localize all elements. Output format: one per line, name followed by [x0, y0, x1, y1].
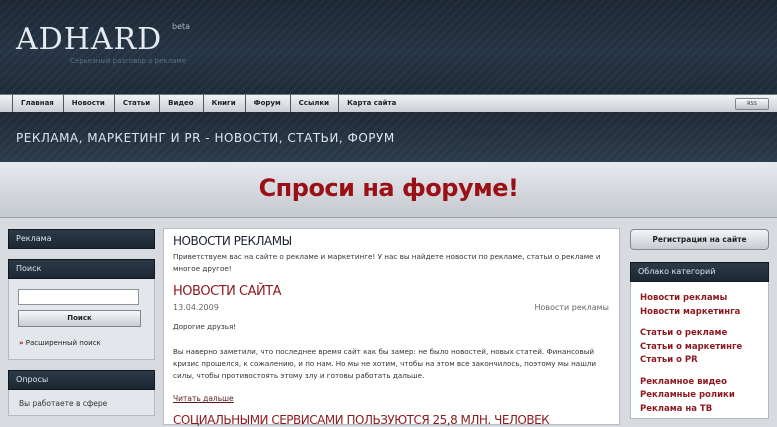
register-button[interactable]: Регистрация на сайте — [630, 229, 769, 250]
category-link[interactable]: Статьи о маркетинге — [640, 341, 768, 355]
arrow-icon: » — [19, 339, 24, 347]
nav-item-links[interactable]: Ссылки — [289, 95, 338, 112]
site-logo[interactable]: ADHARD — [16, 22, 162, 57]
news-category[interactable]: Новости рекламы — [534, 303, 609, 312]
nav-item-books[interactable]: Книги — [202, 95, 245, 112]
ads-box-title: Реклама — [8, 229, 155, 249]
news-greeting: Дорогие друзья! — [173, 322, 237, 331]
nav-item-home[interactable]: Главная — [12, 95, 63, 112]
site-header: ADHARD beta Серьезный разговор о рекламе — [0, 0, 777, 94]
right-sidebar: Регистрация на сайте Облако категорий Но… — [630, 229, 769, 419]
search-box-title: Поиск — [8, 259, 155, 279]
forum-banner[interactable]: Спроси на форуме! — [0, 162, 777, 218]
category-link[interactable]: Новости маркетинга — [640, 306, 768, 320]
polls-box: Вы работаете в сфере — [8, 390, 155, 416]
nav-item-forum[interactable]: Форум — [244, 95, 290, 112]
advanced-search-label[interactable]: Расширенный поиск — [26, 339, 101, 347]
category-link[interactable]: Статьи о PR — [640, 354, 768, 368]
search-box: Поиск » Расширенный поиск — [8, 279, 155, 360]
intro-text: Приветствуем вас на сайте о рекламе и ма… — [173, 252, 601, 273]
poll-question: Вы работаете в сфере — [19, 399, 108, 408]
site-tagline: Серьезный разговор о рекламе — [70, 57, 186, 65]
category-cloud: Облако категорий Новости рекламы Новости… — [630, 262, 769, 419]
category-link[interactable]: Новости рекламы — [640, 292, 768, 306]
news-title[interactable]: СОЦИАЛЬНЫМИ СЕРВИСАМИ ПОЛЬЗУЮТСЯ 25,8 МЛ… — [173, 413, 550, 427]
nav-item-news[interactable]: Новости — [62, 95, 114, 112]
news-date: 13.04.2009 — [173, 303, 219, 312]
news-body: Вы наверно заметили, что последнее время… — [173, 347, 597, 380]
news-title[interactable]: НОВОСТИ САЙТА — [173, 284, 282, 299]
section-heading: НОВОСТИ РЕКЛАМЫ — [173, 234, 292, 248]
read-more-link[interactable]: Читать дальше — [173, 394, 234, 403]
beta-badge: beta — [172, 22, 191, 31]
category-link[interactable]: Статьи о рекламе — [640, 327, 768, 341]
nav-item-sitemap[interactable]: Карта сайта — [338, 95, 405, 112]
nav-item-articles[interactable]: Статьи — [113, 95, 159, 112]
category-cloud-body: Новости рекламы Новости маркетинга Стать… — [630, 282, 769, 419]
polls-box-title: Опросы — [8, 370, 155, 390]
category-link[interactable]: Рекламное видео — [640, 376, 768, 390]
rss-feed-button[interactable]: RSS — [735, 98, 769, 110]
main-nav: Главная Новости Статьи Видео Книги Форум… — [0, 94, 777, 113]
category-cloud-title: Облако категорий — [630, 262, 769, 282]
main-content: НОВОСТИ РЕКЛАМЫ Приветствуем вас на сайт… — [163, 228, 620, 427]
category-link[interactable]: Реклама на ТВ — [640, 403, 768, 417]
search-button[interactable]: Поиск — [18, 310, 141, 327]
nav-item-video[interactable]: Видео — [159, 95, 202, 112]
category-link[interactable]: Рекламные ролики — [640, 389, 768, 403]
banner-text[interactable]: Спроси на форуме! — [0, 174, 777, 202]
advanced-search-link[interactable]: » Расширенный поиск — [19, 339, 101, 347]
left-sidebar: Реклама Поиск Поиск » Расширенный поиск … — [8, 229, 155, 416]
search-input[interactable] — [18, 289, 139, 305]
site-slogan: РЕКЛАМА, МАРКЕТИНГ И PR - НОВОСТИ, СТАТЬ… — [16, 131, 395, 145]
